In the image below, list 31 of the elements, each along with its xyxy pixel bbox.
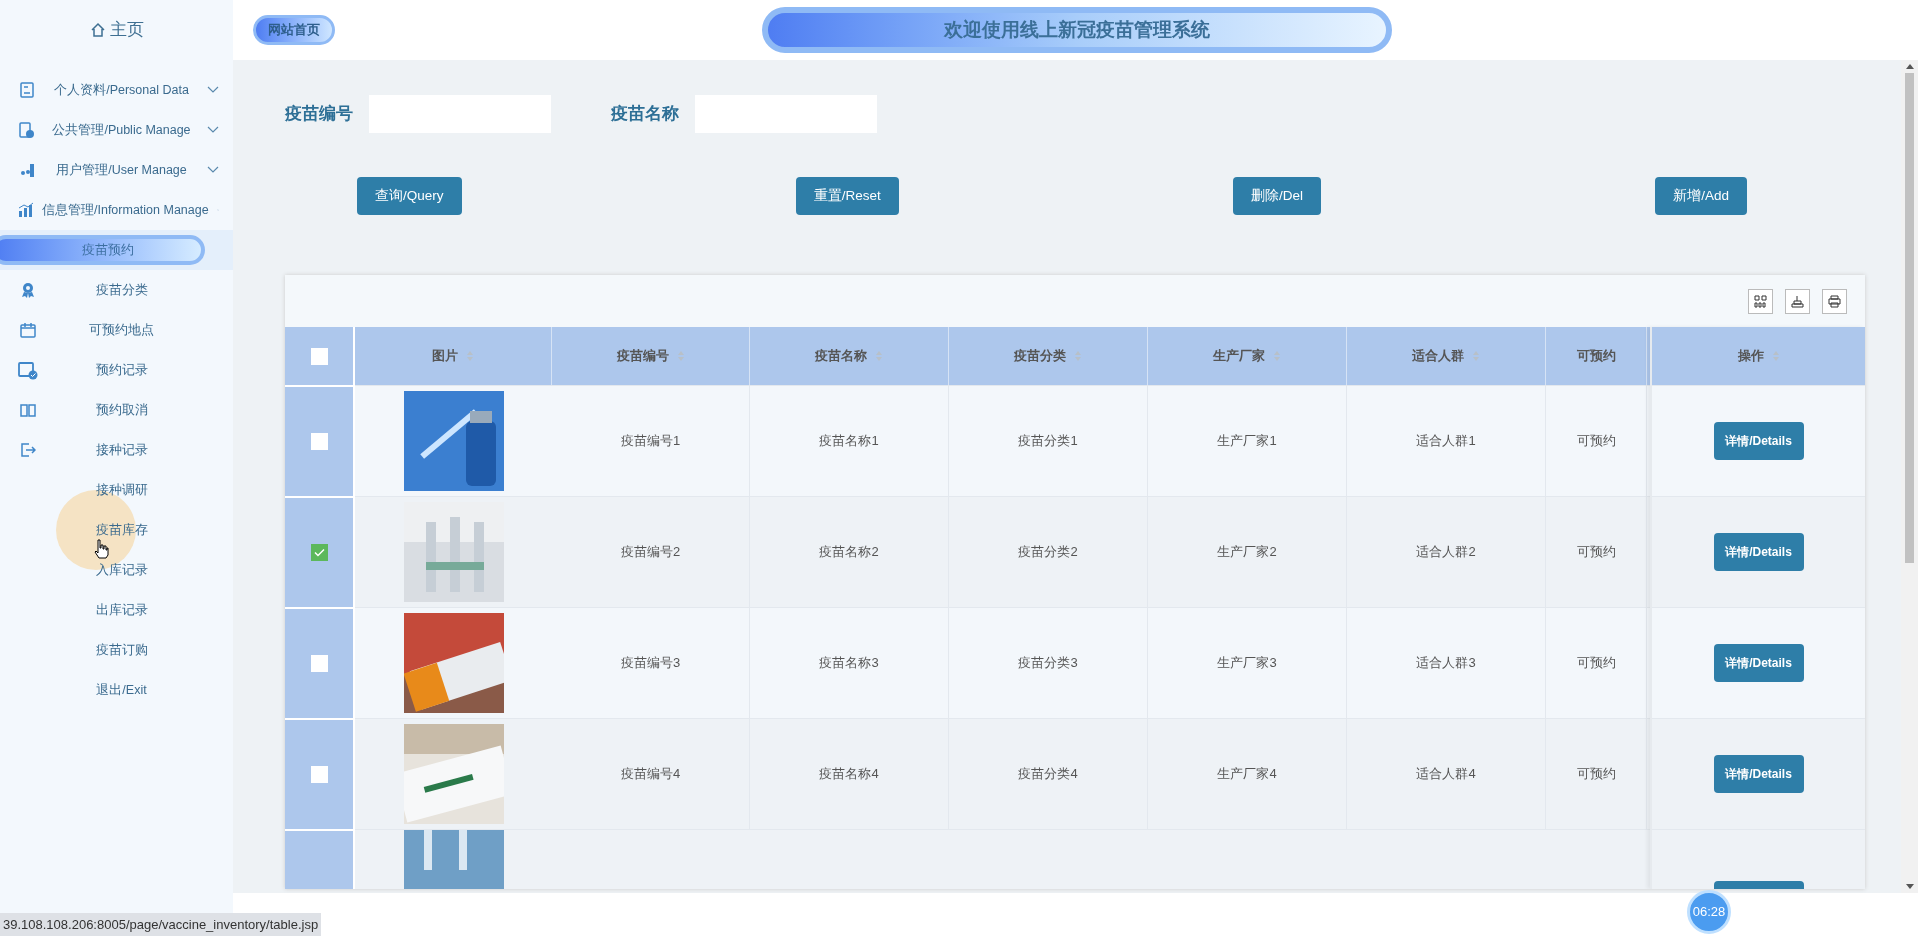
- menu-group[interactable]: 信息管理/Information Manage: [0, 190, 233, 230]
- menu-item[interactable]: 可预约地点: [89, 320, 154, 340]
- field-label: 疫苗编号: [285, 103, 353, 126]
- menu-group[interactable]: 公共管理/Public Manage: [0, 110, 233, 150]
- menu-item[interactable]: 预约记录: [95, 360, 148, 380]
- menu-item[interactable]: 出库记录: [95, 600, 148, 620]
- action-button[interactable]: 新增/Add: [1655, 177, 1747, 215]
- details-button[interactable]: 详情/Details: [1713, 533, 1804, 571]
- action-button[interactable]: 查询/Query: [357, 177, 462, 215]
- menu-item[interactable]: 疫苗订购: [95, 640, 148, 660]
- menu-item[interactable]: 疫苗分类: [95, 280, 148, 300]
- menu-item[interactable]: 退出/Exit: [96, 680, 147, 700]
- home-link[interactable]: 网站首页: [253, 15, 335, 45]
- page-title: 欢迎使用线上新冠疫苗管理系统: [761, 7, 1392, 53]
- field-label: 疫苗名称: [611, 103, 679, 126]
- details-button[interactable]: 详情/Details: [1713, 422, 1804, 460]
- home-link[interactable]: 主页: [109, 17, 144, 43]
- menu-item[interactable]: 接种记录: [95, 440, 148, 460]
- action-button[interactable]: 删除/Del: [1233, 177, 1321, 215]
- details-button[interactable]: 详情/Details: [1713, 755, 1804, 793]
- details-button[interactable]: 详情/Details: [1713, 644, 1804, 682]
- menu-group[interactable]: 用户管理/User Manage: [0, 150, 233, 190]
- menu-group[interactable]: 个人资料/Personal Data: [0, 70, 233, 110]
- menu-item[interactable]: 疫苗预约: [0, 235, 205, 265]
- menu-item[interactable]: 接种调研: [95, 480, 148, 500]
- menu-item[interactable]: 疫苗库存: [95, 520, 148, 540]
- menu-item[interactable]: 入库记录: [95, 560, 148, 580]
- status-url: 39.108.108.206:8005/page/vaccine_inventory/table.jsp: [0, 912, 322, 936]
- action-button[interactable]: 重置/Reset: [795, 177, 899, 215]
- column-header[interactable]: 操作: [1652, 327, 1865, 385]
- menu-item[interactable]: 预约取消: [95, 400, 148, 420]
